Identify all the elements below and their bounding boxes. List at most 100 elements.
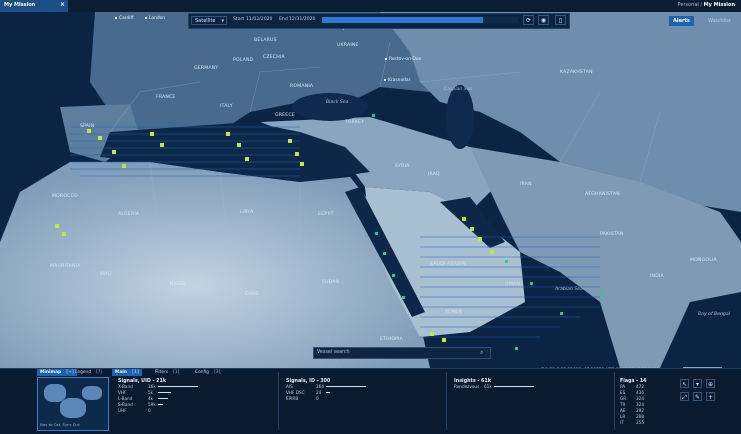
row-label: LR [620, 414, 626, 419]
divider [278, 372, 279, 430]
row-label: L-Band [118, 396, 133, 401]
city-label: London [145, 16, 165, 21]
list-item[interactable]: EPIRB 0 [286, 396, 426, 402]
eye-icon[interactable]: ◉ [538, 15, 549, 25]
row-value: 4k [148, 396, 154, 401]
bookmark-icon[interactable]: ▯ [555, 15, 566, 25]
search-placeholder: Vessel search [317, 350, 350, 355]
tab-watchlist[interactable]: Watchlist [704, 16, 735, 26]
city-label: Cardiff [115, 16, 134, 21]
vessel-search-input[interactable]: Vessel search ⌕ [313, 347, 491, 359]
mission-tab-label: My Mission [4, 2, 36, 8]
insights-panel: Insights - 61k Rendezvous 61k [454, 379, 604, 390]
signals-uid-panel: Signals, UID - 21k X-Band 16k VHF 5k L-Band 4… [118, 379, 268, 414]
row-label: Rendezvous [454, 384, 480, 389]
row-value: 0 [148, 408, 151, 413]
country-label: SUDAN [322, 280, 340, 285]
country-label: NIGER [170, 282, 186, 287]
row-value: 292 [636, 408, 644, 413]
value-bar [494, 386, 534, 387]
divider [614, 372, 615, 430]
country-label: MOROCCO [52, 194, 78, 199]
row-label: UHF [118, 408, 127, 413]
end-date[interactable]: 12/31/2020 [289, 17, 315, 22]
minimap-land [60, 398, 86, 418]
map-canvas [0, 12, 741, 368]
country-label: IRAQ [428, 172, 440, 177]
tab-main[interactable]: Main [1] [112, 369, 143, 376]
tab-legend[interactable]: Legend [?] [72, 369, 105, 376]
search-icon[interactable]: ⌕ [480, 349, 483, 357]
close-icon[interactable]: × [60, 1, 65, 8]
minimap[interactable]: Nav to Cat. Sync D-d [37, 377, 109, 431]
country-label: ROMANIA [290, 84, 314, 89]
country-label: FRANCE [156, 95, 176, 100]
timeline-slider[interactable] [322, 17, 518, 23]
timeline-progress [322, 17, 483, 23]
map-view[interactable]: Cardiff London Kyiv Rostov-on-Don Krasno… [0, 12, 741, 368]
country-label: IRAN [520, 182, 532, 187]
flags-panel: Flags - 14 PA 472 ES 436 GR 324 TR 324 AE 292 LR 28… [620, 379, 672, 426]
country-label: MAURITANIA [50, 264, 81, 269]
refresh-icon[interactable]: ⟳ [523, 15, 534, 25]
country-label: CHAD [245, 292, 260, 297]
country-label: BELARUS [254, 38, 277, 43]
row-value: 264 [316, 384, 324, 389]
country-label: INDIA [650, 274, 664, 279]
row-value: 59k [148, 402, 156, 407]
row-label: IT [620, 420, 624, 425]
row-label: GR [620, 396, 627, 401]
start-date[interactable]: 11/02/2020 [246, 17, 272, 22]
fullscreen-icon[interactable]: ⤢ [680, 392, 689, 401]
city-label: Rostov-on-Don [385, 57, 421, 62]
tab-alerts[interactable]: Alerts [669, 16, 694, 26]
country-label: PAKISTAN [600, 232, 624, 237]
country-label: SAUDI ARABIA [430, 262, 466, 267]
chevron-down-icon: ▾ [221, 18, 224, 24]
draw-icon[interactable]: ✎ [693, 392, 702, 401]
country-label: EGYPT [318, 212, 334, 217]
pointer-icon[interactable]: ↖ [680, 379, 689, 388]
row-value: 324 [636, 402, 644, 407]
country-label: SYRIA [395, 164, 410, 169]
breadcrumb-personal[interactable]: Personal / [678, 2, 703, 8]
start-label: Start [233, 17, 245, 22]
row-label: AIS [286, 384, 293, 389]
chevron-down-icon[interactable]: ▾ [693, 379, 702, 388]
country-label: SPAIN [80, 124, 95, 129]
country-label: POLAND [233, 58, 254, 63]
map-mode-value: Satellite [195, 18, 216, 24]
breadcrumb: Personal / My Mission [678, 2, 735, 8]
row-value: 436 [636, 390, 644, 395]
row-label: AE [620, 408, 626, 413]
tab-config[interactable]: Config [3] [192, 369, 223, 376]
locate-icon[interactable]: ⊕ [706, 379, 715, 388]
map-mode-select[interactable]: Satellite ▾ [191, 16, 227, 25]
value-bar [158, 404, 163, 405]
signals-id-panel: Signals, ID - 300 AIS 264 VHF DSC 24 EPIRB 0 [286, 379, 426, 402]
tab-minimap[interactable]: Minimap [+] [37, 369, 77, 376]
country-label: ALGERIA [118, 212, 140, 217]
country-label: LIBYA [240, 210, 254, 215]
row-value: 472 [636, 384, 644, 389]
list-item[interactable]: IT 255 [620, 420, 672, 426]
divider [446, 372, 447, 430]
tab-filters[interactable]: Filters [1] [152, 369, 182, 376]
city-label: Krasnodar [384, 78, 410, 83]
value-bar [158, 386, 198, 387]
minimap-land [82, 386, 102, 400]
list-item[interactable]: UHF 0 [118, 408, 268, 414]
sea-label: Caspian Sea [444, 87, 473, 92]
list-item[interactable]: Rendezvous 61k [454, 384, 604, 390]
value-bar [326, 386, 366, 387]
add-icon[interactable]: + [706, 392, 715, 401]
sea-label: Bay of Bengal [698, 312, 730, 317]
country-label: YEMEN [445, 310, 463, 315]
row-value: 255 [636, 420, 644, 425]
country-label: ITALY [220, 104, 233, 109]
value-bar [326, 392, 330, 393]
row-label: X-Band [118, 384, 133, 389]
mission-tab[interactable]: My Mission × [0, 0, 68, 12]
row-value: 324 [636, 396, 644, 401]
country-label: MALI [100, 272, 112, 277]
